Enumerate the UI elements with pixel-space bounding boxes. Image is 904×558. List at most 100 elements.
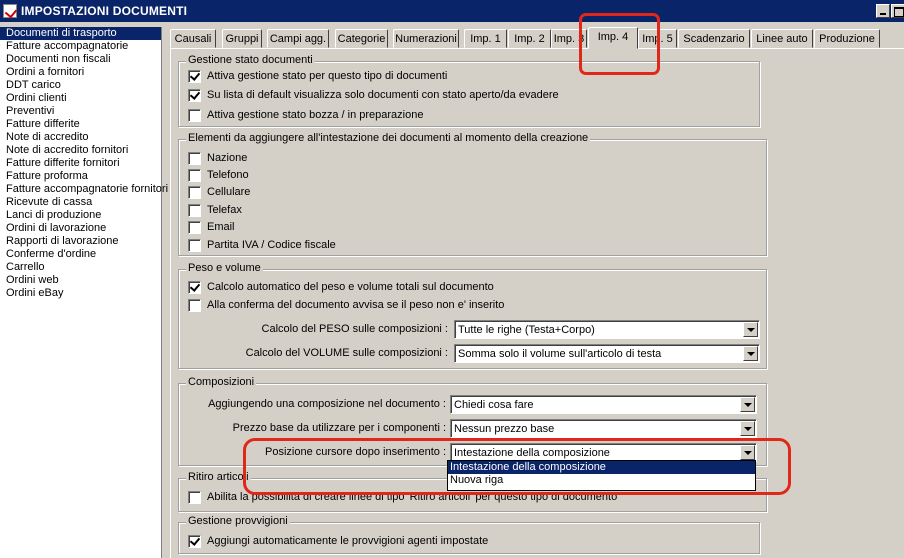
tab-imp-3[interactable]: Imp. 3 [551, 29, 587, 48]
group-label: Gestione stato documenti [186, 54, 315, 66]
settings-tab-strip: Causali Gruppi Campi agg. Categorie Nume… [170, 27, 904, 49]
checkbox-label: Attiva gestione stato per questo tipo di… [207, 70, 448, 82]
doc-type-item[interactable]: Note di accredito [0, 131, 161, 144]
doc-type-item[interactable]: Carrello [0, 261, 161, 274]
chevron-down-icon[interactable] [740, 445, 755, 460]
checkbox-label: Nazione [207, 152, 248, 164]
doc-type-item[interactable]: Note di accredito fornitori [0, 144, 161, 157]
checkbox-label: Abilita la possibilità di creare linee d… [207, 491, 618, 503]
checkbox-telefono[interactable] [188, 169, 201, 182]
chevron-down-icon[interactable] [740, 397, 755, 412]
checkbox-nazione[interactable] [188, 152, 201, 165]
doc-type-item[interactable]: Fatture accompagnatorie [0, 40, 161, 53]
checkbox-partita-iva[interactable] [188, 239, 201, 252]
aggiungendo-combobox[interactable]: Chiedi cosa fare [450, 395, 757, 414]
combo-value: Chiedi cosa fare [454, 399, 534, 411]
checkbox-label: Partita IVA / Codice fiscale [207, 239, 336, 251]
checkbox-label: Email [207, 221, 235, 233]
group-composizioni: Composizioni Aggiungendo una composizion… [178, 376, 767, 466]
checkbox-stato-bozza[interactable] [188, 109, 201, 122]
doc-type-item[interactable]: Documenti non fiscali [0, 53, 161, 66]
doc-type-item[interactable]: DDT carico [0, 79, 161, 92]
tab-linee-auto[interactable]: Linee auto [751, 29, 813, 48]
doc-type-item[interactable]: Fatture differite fornitori [0, 157, 161, 170]
dropdown-option[interactable]: Intestazione della composizione [448, 461, 755, 474]
tab-produzione[interactable]: Produzione [814, 29, 880, 48]
tab-scadenzario[interactable]: Scadenzario [678, 29, 750, 48]
combo-value: Somma solo il volume sull'articolo di te… [458, 348, 662, 360]
doc-type-item[interactable]: Ordini a fornitori [0, 66, 161, 79]
group-label: Composizioni [186, 376, 257, 388]
checkbox-provvigioni[interactable] [188, 535, 201, 548]
field-label: Aggiungendo una composizione nel documen… [208, 398, 446, 410]
checkbox-label: Attiva gestione stato bozza / in prepara… [207, 109, 424, 121]
group-provvigioni: Gestione provvigioni Aggiungi automatica… [178, 515, 760, 554]
tab-causali[interactable]: Causali [170, 29, 216, 48]
tab-imp-1[interactable]: Imp. 1 [464, 29, 507, 48]
checkbox-telefax[interactable] [188, 204, 201, 217]
tab-campi-agg[interactable]: Campi agg. [267, 29, 329, 48]
checkbox-label: Cellulare [207, 186, 251, 198]
doc-type-item[interactable]: Preventivi [0, 105, 161, 118]
doc-type-item[interactable]: Fatture differite [0, 118, 161, 131]
tab-categorie[interactable]: Categorie [335, 29, 388, 48]
checkbox-ritiro-articoli[interactable] [188, 491, 201, 504]
doc-type-item[interactable]: Ordini eBay [0, 287, 161, 300]
combo-value: Tutte le righe (Testa+Corpo) [458, 324, 595, 336]
document-type-list[interactable]: Documenti di trasporto Fatture accompagn… [0, 27, 168, 558]
maximize-button[interactable] [891, 4, 904, 18]
tab-imp-4[interactable]: Imp. 4 [588, 27, 638, 49]
tab-gruppi[interactable]: Gruppi [222, 29, 262, 48]
checkbox-email[interactable] [188, 221, 201, 234]
volume-combobox[interactable]: Somma solo il volume sull'articolo di te… [454, 344, 760, 363]
group-intestazione: Elementi da aggiungere all'intestazione … [178, 132, 767, 256]
dropdown-option[interactable]: Nuova riga [448, 474, 755, 487]
window-title: IMPOSTAZIONI DOCUMENTI [21, 4, 188, 18]
doc-type-item[interactable]: Fatture proforma [0, 170, 161, 183]
field-label: Calcolo del VOLUME sulle composizioni : [245, 347, 448, 359]
doc-type-item[interactable]: Ordini web [0, 274, 161, 287]
doc-type-item[interactable]: Lanci di produzione [0, 209, 161, 222]
doc-type-item[interactable]: Fatture accompagnatorie fornitori [0, 183, 168, 196]
checkbox-cellulare[interactable] [188, 186, 201, 199]
doc-type-item[interactable]: Ordini clienti [0, 92, 161, 105]
checkbox-label: Telefono [207, 169, 249, 181]
tab-imp-2[interactable]: Imp. 2 [508, 29, 551, 48]
minimize-button[interactable] [876, 4, 890, 18]
tab-numerazioni[interactable]: Numerazioni [393, 29, 459, 48]
checkbox-label: Aggiungi automaticamente le provvigioni … [207, 535, 489, 547]
chevron-down-icon[interactable] [743, 322, 758, 337]
checkbox-label: Su lista di default visualizza solo docu… [207, 89, 559, 101]
doc-type-item[interactable]: Rapporti di lavorazione [0, 235, 161, 248]
window-titlebar[interactable]: IMPOSTAZIONI DOCUMENTI [0, 0, 904, 22]
chevron-down-icon[interactable] [740, 421, 755, 436]
group-label: Peso e volume [186, 262, 263, 274]
posizione-cursore-dropdown-list[interactable]: Intestazione della composizione Nuova ri… [447, 460, 756, 491]
peso-combobox[interactable]: Tutte le righe (Testa+Corpo) [454, 320, 760, 339]
checkbox-label: Telefax [207, 204, 242, 216]
doc-type-item[interactable]: Ordini di lavorazione [0, 222, 161, 235]
checkbox-calcolo-peso[interactable] [188, 281, 201, 294]
field-label: Calcolo del PESO sulle composizioni : [261, 323, 448, 335]
checkbox-avvisa-peso[interactable] [188, 299, 201, 312]
tab-imp-5[interactable]: Imp. 5 [638, 29, 677, 48]
doc-type-item[interactable]: Ricevute di cassa [0, 196, 161, 209]
app-icon [3, 4, 17, 18]
doc-type-item[interactable]: Documenti di trasporto [0, 27, 161, 40]
doc-type-item[interactable]: Conferme d'ordine [0, 248, 161, 261]
checkbox-label: Alla conferma del documento avvisa se il… [207, 299, 505, 311]
group-label: Gestione provvigioni [186, 515, 290, 527]
checkbox-attiva-stato[interactable] [188, 70, 201, 83]
checkbox-label: Calcolo automatico del peso e volume tot… [207, 281, 494, 293]
combo-value: Nessun prezzo base [454, 423, 555, 435]
group-label: Elementi da aggiungere all'intestazione … [186, 132, 591, 144]
chevron-down-icon[interactable] [743, 346, 758, 361]
prezzo-base-combobox[interactable]: Nessun prezzo base [450, 419, 757, 438]
group-label: Ritiro articoli [186, 471, 251, 483]
checkbox-solo-aperti[interactable] [188, 89, 201, 102]
field-label: Prezzo base da utilizzare per i componen… [232, 422, 446, 434]
field-label: Posizione cursore dopo inserimento : [265, 446, 446, 458]
group-stato-documenti: Gestione stato documenti Attiva gestione… [178, 54, 760, 127]
combo-value: Intestazione della composizione [454, 447, 610, 459]
group-peso-volume: Peso e volume Calcolo automatico del pes… [178, 262, 767, 369]
